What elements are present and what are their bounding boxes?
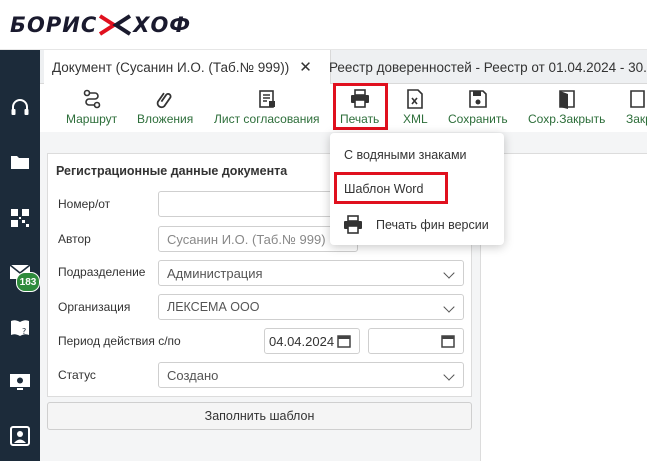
close-button[interactable]: Закр <box>626 88 647 130</box>
department-select[interactable]: Администрация <box>158 260 464 286</box>
print-button-highlight <box>333 83 388 130</box>
tab-bar: Документ (Сусанин И.О. (Таб.№ 999)) ✕ Ре… <box>40 50 647 84</box>
tab-registry-label: Реестр доверенностей - Реестр от 01.04.2… <box>329 59 647 75</box>
folder-icon[interactable] <box>6 148 34 176</box>
tab-close-icon[interactable]: ✕ <box>299 58 312 76</box>
close-door-icon <box>628 88 647 110</box>
xml-button-label: XML <box>403 112 428 126</box>
period-from-value: 04.04.2024 <box>269 333 335 349</box>
route-button-label: Маршрут <box>66 112 118 126</box>
chevron-down-icon <box>443 267 455 279</box>
tab-document-label: Документ (Сусанин И.О. (Таб.№ 999)) <box>52 59 290 75</box>
fill-template-button[interactable]: Заполнить шаблон <box>47 402 472 430</box>
save-close-button-label: Сохр.Закрыть <box>528 112 606 126</box>
paperclip-icon <box>155 88 175 110</box>
attachments-button[interactable]: Вложения <box>137 88 193 130</box>
headset-icon[interactable] <box>6 94 34 122</box>
calendar-icon[interactable] <box>441 334 455 348</box>
logo-x-mark <box>99 14 132 36</box>
save-close-button[interactable]: Сохр.Закрыть <box>528 88 605 130</box>
monitor-settings-icon[interactable] <box>6 368 34 396</box>
chevron-down-icon <box>443 301 455 313</box>
approval-sheet-button[interactable]: Лист согласования <box>214 88 320 130</box>
person-frame-icon[interactable] <box>6 422 34 450</box>
organization-value: ЛЕКСЕМА ООО <box>167 300 260 314</box>
save-close-icon <box>557 88 577 110</box>
status-value: Создано <box>167 367 219 383</box>
mail-badge: 183 <box>16 272 40 292</box>
app-header: БОРИС ХОФ <box>0 0 647 50</box>
status-select[interactable]: Создано <box>158 362 464 388</box>
author-value: Сусанин И.О. (Таб.№ 999) <box>167 231 326 247</box>
tab-registry[interactable]: Реестр доверенностей - Реестр от 01.04.2… <box>323 50 647 84</box>
close-button-label: Закр <box>626 112 647 126</box>
number-label: Номер/от <box>58 197 111 211</box>
sidebar: 183 ? <box>0 50 40 461</box>
logo-text-left: БОРИС <box>10 13 98 37</box>
route-button[interactable]: Маршрут <box>66 88 117 130</box>
author-label: Автор <box>58 232 91 246</box>
organization-select[interactable]: ЛЕКСЕМА ООО <box>158 294 464 320</box>
author-field: Сусанин И.О. (Таб.№ 999) <box>158 226 358 252</box>
menu-item-watermarks[interactable]: С водяными знаками <box>330 141 518 169</box>
book-help-icon[interactable]: ? <box>6 314 34 342</box>
period-to-input[interactable] <box>368 328 464 354</box>
approval-sheet-button-label: Лист согласования <box>214 112 320 126</box>
approval-sheet-icon <box>257 88 277 110</box>
menu-item-print-final-label: Печать фин версии <box>376 218 489 232</box>
menu-item-print-final[interactable]: Печать фин версии <box>330 211 516 239</box>
app-logo: БОРИС ХОФ <box>10 12 191 38</box>
save-button-label: Сохранить <box>448 112 508 126</box>
organization-label: Организация <box>58 300 131 314</box>
department-label: Подразделение <box>58 265 146 279</box>
save-icon <box>468 88 488 110</box>
svg-text:?: ? <box>22 327 26 336</box>
qr-code-icon[interactable] <box>6 204 34 232</box>
menu-item-watermarks-label: С водяными знаками <box>344 148 467 162</box>
xml-file-icon <box>406 88 424 110</box>
section-title: Регистрационные данные документа <box>56 164 288 178</box>
calendar-icon[interactable] <box>337 334 351 348</box>
logo-text-right: ХОФ <box>133 13 192 37</box>
attachments-button-label: Вложения <box>137 112 194 126</box>
tab-document[interactable]: Документ (Сусанин И.О. (Таб.№ 999)) ✕ <box>44 50 331 84</box>
period-from-input[interactable]: 04.04.2024 <box>264 328 360 354</box>
period-label: Период действия с/по <box>58 334 181 348</box>
number-input[interactable] <box>158 191 358 217</box>
status-label: Статус <box>58 368 96 382</box>
chevron-down-icon <box>443 369 455 381</box>
save-button[interactable]: Сохранить <box>448 88 508 130</box>
department-value: Администрация <box>167 265 263 281</box>
xml-button[interactable]: XML <box>403 88 428 130</box>
route-icon <box>82 88 102 110</box>
word-template-highlight <box>334 172 448 204</box>
printer-icon <box>344 215 362 234</box>
